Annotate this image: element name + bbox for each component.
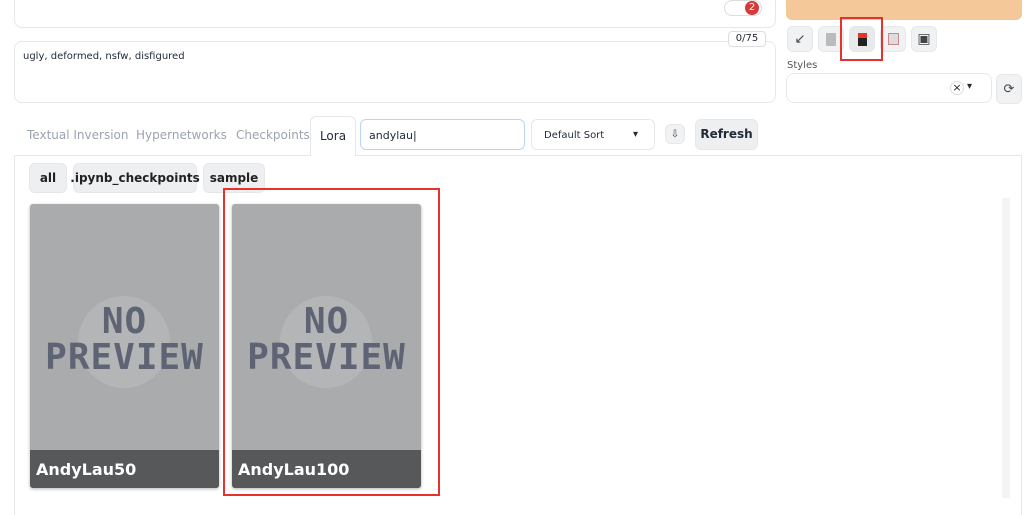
clipboard-icon bbox=[887, 33, 899, 45]
tab-lora-label: Lora bbox=[319, 129, 347, 143]
search-value: andylau bbox=[369, 129, 413, 142]
clear-icon[interactable]: × bbox=[950, 81, 964, 95]
sort-value: Default Sort bbox=[544, 130, 605, 141]
badge-count: 2 bbox=[745, 1, 759, 15]
search-input[interactable]: andylau| bbox=[360, 119, 525, 150]
lora-card[interactable]: NO PREVIEW AndyLau50 bbox=[30, 204, 219, 488]
filter-label: all bbox=[39, 171, 57, 185]
tab-checkpoints[interactable]: Checkpoints bbox=[236, 128, 310, 142]
refresh-button[interactable]: Refresh bbox=[695, 119, 758, 150]
sort-icon: ⇩ bbox=[670, 128, 680, 140]
styles-dropdown[interactable]: × ▾ bbox=[786, 73, 992, 103]
scrollbar[interactable] bbox=[1002, 198, 1010, 498]
save-icon: ▣ bbox=[917, 31, 931, 47]
tab-textual-inversion[interactable]: Textual Inversion bbox=[27, 128, 128, 142]
token-counter: 0/75 bbox=[728, 31, 766, 47]
sort-dropdown[interactable]: Default Sort ▾ bbox=[531, 119, 655, 150]
refresh-styles-button[interactable]: ⟳ bbox=[996, 74, 1022, 104]
tab-hypernetworks[interactable]: Hypernetworks bbox=[136, 128, 227, 142]
chevron-down-icon: ▾ bbox=[632, 129, 638, 140]
read-params-button[interactable]: ↙ bbox=[787, 26, 813, 52]
filter-ipynb-checkpoints[interactable]: .ipynb_checkpoints bbox=[70, 163, 200, 193]
chevron-down-icon: ▾ bbox=[967, 81, 973, 92]
token-badge: 2 bbox=[724, 0, 762, 16]
highlight-box bbox=[223, 188, 440, 496]
highlight-box bbox=[840, 17, 883, 61]
filter-all[interactable]: all bbox=[29, 163, 67, 193]
filter-label: .ipynb_checkpoints bbox=[70, 171, 200, 185]
arrow-down-left-icon: ↙ bbox=[794, 31, 806, 47]
save-style-button[interactable]: ▣ bbox=[911, 26, 937, 52]
sort-direction-button[interactable]: ⇩ bbox=[665, 124, 685, 144]
tab-lora[interactable]: Lora bbox=[310, 116, 356, 156]
progress-bar bbox=[786, 0, 1022, 20]
negative-prompt-input[interactable]: ugly, deformed, nsfw, disfigured bbox=[14, 41, 776, 103]
no-preview-image: NO PREVIEW bbox=[30, 296, 219, 388]
refresh-label: Refresh bbox=[700, 127, 753, 141]
apply-style-button[interactable] bbox=[880, 26, 906, 52]
styles-label: Styles bbox=[787, 60, 818, 71]
prompt-box[interactable] bbox=[14, 0, 776, 28]
card-name: AndyLau50 bbox=[30, 450, 219, 488]
negative-prompt-text: ugly, deformed, nsfw, disfigured bbox=[23, 51, 185, 62]
trash-icon bbox=[826, 32, 836, 46]
refresh-icon: ⟳ bbox=[1003, 81, 1015, 97]
filter-label: sample bbox=[209, 171, 259, 185]
